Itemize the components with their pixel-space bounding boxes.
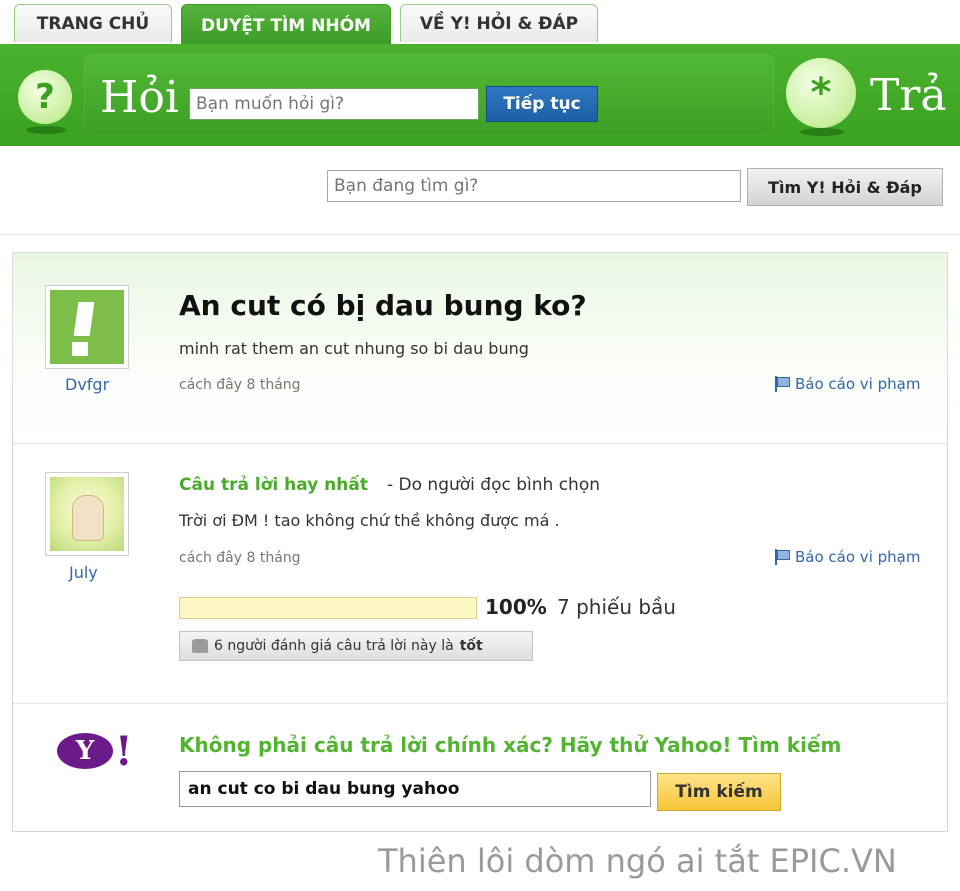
best-answer-note: - Do người đọc bình chọn bbox=[387, 475, 601, 495]
ask-smiley-icon: ? bbox=[18, 70, 72, 124]
search-answers-button[interactable]: Tìm Y! Hỏi & Đáp bbox=[747, 168, 943, 206]
answer-time: cách đây 8 tháng bbox=[179, 550, 301, 566]
yahoo-logo-bang: ! bbox=[115, 727, 133, 775]
yahoo-search-button[interactable]: Tìm kiếm bbox=[657, 773, 781, 811]
flag-icon bbox=[775, 376, 790, 392]
divider bbox=[13, 703, 947, 704]
green-header: ? Hỏi Tiếp tục * Trả l bbox=[0, 44, 960, 146]
watermark: Thiên lôi dòm ngó ai tắt EPIC.VN bbox=[378, 842, 897, 880]
yahoo-logo: Y ! bbox=[57, 728, 133, 775]
search-row: Tìm Y! Hỏi & Đáp bbox=[0, 146, 960, 235]
top-tabs: TRANG CHỦ DUYỆT TÌM NHÓM VỀ Y! HỎI & ĐÁP bbox=[0, 0, 960, 46]
icon-shadow bbox=[26, 126, 66, 134]
report-label: Báo cáo vi phạm bbox=[795, 375, 921, 393]
report-label: Báo cáo vi phạm bbox=[795, 548, 921, 566]
asker-avatar[interactable] bbox=[45, 285, 129, 369]
ask-title: Hỏi bbox=[100, 72, 179, 123]
answerer-name[interactable]: July bbox=[69, 563, 98, 582]
flag-icon bbox=[775, 549, 790, 565]
continue-button[interactable]: Tiếp tục bbox=[486, 86, 598, 122]
answer-title: Trả l bbox=[870, 70, 960, 121]
question-card: Dvfgr An cut có bị dau bung ko? minh rat… bbox=[12, 252, 948, 832]
yahoo-logo-bubble: Y bbox=[57, 733, 113, 769]
yahoo-search-input[interactable] bbox=[179, 771, 651, 807]
yahoo-search-prompt: Không phải câu trả lời chính xác? Hãy th… bbox=[179, 733, 842, 757]
rating-strong: tốt bbox=[459, 638, 483, 654]
vote-percent: 100% bbox=[485, 595, 547, 619]
asker-name[interactable]: Dvfgr bbox=[65, 375, 109, 394]
question-time: cách đây 8 tháng bbox=[179, 377, 301, 393]
tab-home[interactable]: TRANG CHỦ bbox=[14, 4, 172, 42]
vote-count: 7 phiếu bầu bbox=[557, 595, 676, 619]
question-body: minh rat them an cut nhung so bi dau bun… bbox=[179, 339, 529, 358]
icon-shadow bbox=[800, 128, 844, 136]
question-title: An cut có bị dau bung ko? bbox=[179, 289, 587, 322]
ask-input[interactable] bbox=[189, 88, 479, 120]
search-input[interactable] bbox=[327, 170, 741, 202]
report-answer-link[interactable]: Báo cáo vi phạm bbox=[775, 548, 920, 566]
rating-button[interactable]: 6 người đánh giá câu trả lời này là tốt bbox=[179, 631, 533, 661]
best-answer-label: Câu trả lời hay nhất bbox=[179, 475, 368, 495]
vote-progress-bar bbox=[179, 597, 477, 619]
answerer-avatar[interactable] bbox=[45, 472, 129, 556]
avatar-image bbox=[50, 477, 124, 551]
report-question-link[interactable]: Báo cáo vi phạm bbox=[775, 375, 920, 393]
exclamation-avatar-icon bbox=[50, 290, 124, 364]
answer-body: Trời ơi ĐM ! tao không chứ thề không đượ… bbox=[179, 511, 560, 530]
tab-about[interactable]: VỀ Y! HỎI & ĐÁP bbox=[400, 4, 598, 42]
tab-browse-groups[interactable]: DUYỆT TÌM NHÓM bbox=[181, 4, 391, 46]
thumbs-up-icon bbox=[192, 639, 208, 653]
rating-text: 6 người đánh giá câu trả lời này là bbox=[214, 638, 454, 654]
answer-smiley-icon: * bbox=[786, 58, 856, 128]
